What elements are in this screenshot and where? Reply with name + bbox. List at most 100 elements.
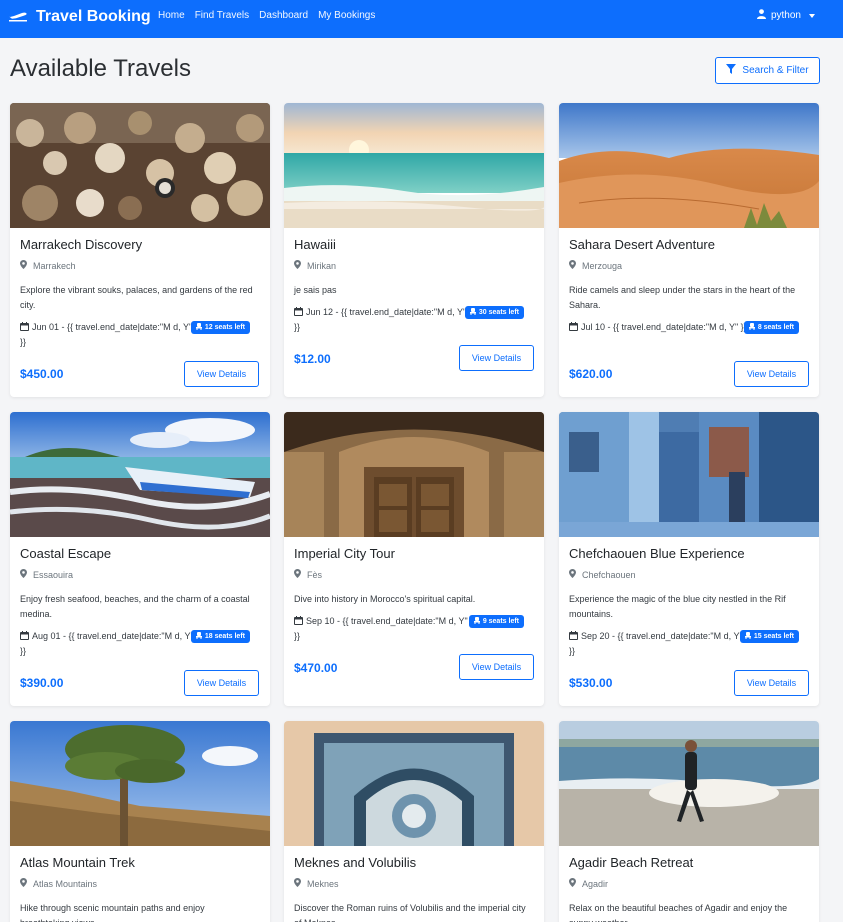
seats-text: 12 seats left — [204, 324, 245, 331]
view-details-button[interactable]: View Details — [459, 654, 534, 680]
date-range: Sep 20 - {{ travel.end_date|date:"M d, Y… — [569, 631, 743, 656]
brand[interactable]: Travel Booking — [8, 8, 151, 26]
map-pin-icon — [569, 569, 576, 580]
date-row: Sep 10 - {{ travel.end_date|date:"M d, Y… — [294, 614, 524, 646]
date-range: Sep 10 - {{ travel.end_date|date:"M d, Y… — [294, 616, 468, 641]
description: Ride camels and sleep under the stars in… — [569, 285, 796, 310]
date-row: Jun 12 - {{ travel.end_date|date:"M d, Y… — [294, 305, 524, 337]
location: Agadir — [569, 878, 809, 889]
map-pin-icon — [294, 260, 301, 271]
view-details-button[interactable]: View Details — [459, 345, 534, 371]
card-body: Meknes and Volubilis Meknes Discover the… — [294, 855, 534, 922]
travel-card: Hawaiii Mirikan je sais pas Jun 12 - {{ … — [284, 103, 544, 397]
date-row: Jun 01 - {{ travel.end_date|date:"M d, Y… — [20, 320, 250, 352]
card-title[interactable]: Imperial City Tour — [294, 546, 534, 562]
map-pin-icon — [20, 260, 27, 271]
travel-image-blue-city[interactable] — [559, 412, 819, 537]
location: Merzouga — [569, 260, 809, 271]
nav-link-dashboard[interactable]: Dashboard — [259, 10, 308, 22]
seat-icon — [744, 632, 751, 641]
card-body: Atlas Mountain Trek Atlas Mountains Hike… — [20, 855, 260, 922]
travel-image-surfer[interactable] — [559, 721, 819, 846]
location-name: Meknes — [307, 878, 339, 889]
user-menu[interactable]: python — [756, 9, 815, 22]
description: Enjoy fresh seafood, beaches, and the ch… — [20, 594, 250, 619]
price: $12.00 — [294, 352, 331, 366]
search-filter-label: Search & Filter — [742, 65, 809, 76]
nav-link-my-bookings[interactable]: My Bookings — [318, 10, 375, 22]
location: Chefchaouen — [569, 569, 809, 580]
card-body: Marrakech Discovery Marrakech Explore th… — [20, 237, 260, 313]
card-body: Imperial City Tour Fès Dive into history… — [294, 546, 534, 607]
description: Explore the vibrant souks, palaces, and … — [20, 285, 253, 310]
calendar-icon — [569, 630, 578, 640]
card-title[interactable]: Atlas Mountain Trek — [20, 855, 260, 871]
location-name: Merzouga — [582, 260, 623, 271]
travel-card: Atlas Mountain Trek Atlas Mountains Hike… — [10, 721, 270, 922]
page-title: Available Travels — [10, 55, 191, 82]
card-body: Chefchaouen Blue Experience Chefchaouen … — [569, 546, 809, 622]
seats-badge: 12 seats left — [190, 321, 250, 334]
seats-text: 30 seats left — [478, 309, 519, 316]
travel-image-boat[interactable] — [10, 412, 270, 537]
chevron-down-icon — [809, 13, 815, 18]
card-title[interactable]: Marrakech Discovery — [20, 237, 260, 253]
card-title[interactable]: Hawaiii — [294, 237, 534, 253]
date-range: Jun 12 - {{ travel.end_date|date:"M d, Y… — [294, 307, 467, 332]
map-pin-icon — [294, 878, 301, 889]
price: $620.00 — [569, 367, 613, 381]
travel-image-desert[interactable] — [559, 103, 819, 228]
location-name: Marrakech — [33, 260, 76, 271]
search-filter-button[interactable]: Search & Filter — [715, 57, 820, 84]
seat-icon — [195, 632, 202, 641]
seat-icon — [473, 617, 480, 626]
view-details-button[interactable]: View Details — [734, 361, 809, 387]
card-title[interactable]: Meknes and Volubilis — [294, 855, 534, 871]
travel-card: Chefchaouen Blue Experience Chefchaouen … — [559, 412, 819, 706]
travel-image-mosaic-arch[interactable] — [284, 721, 544, 846]
travel-card: Marrakech Discovery Marrakech Explore th… — [10, 103, 270, 397]
map-pin-icon — [294, 569, 301, 580]
card-title[interactable]: Chefchaouen Blue Experience — [569, 546, 809, 562]
nav-link-find-travels[interactable]: Find Travels — [195, 10, 249, 22]
date-range: Jun 01 - {{ travel.end_date|date:"M d, Y… — [20, 322, 193, 347]
description: Experience the magic of the blue city ne… — [569, 594, 786, 619]
view-details-button[interactable]: View Details — [734, 670, 809, 696]
travel-card: Meknes and Volubilis Meknes Discover the… — [284, 721, 544, 922]
calendar-icon — [569, 321, 578, 331]
card-title[interactable]: Sahara Desert Adventure — [569, 237, 809, 253]
card-title[interactable]: Agadir Beach Retreat — [569, 855, 809, 871]
seats-text: 8 seats left — [757, 324, 794, 331]
travel-image-mountain-tree[interactable] — [10, 721, 270, 846]
travel-image-market[interactable] — [10, 103, 270, 228]
map-pin-icon — [20, 569, 27, 580]
location: Mirikan — [294, 260, 534, 271]
location: Atlas Mountains — [20, 878, 260, 889]
location: Meknes — [294, 878, 534, 889]
seat-icon — [748, 323, 755, 332]
view-details-button[interactable]: View Details — [184, 361, 259, 387]
card-body: Agadir Beach Retreat Agadir Relax on the… — [569, 855, 809, 922]
card-title[interactable]: Coastal Escape — [20, 546, 260, 562]
card-body: Hawaiii Mirikan je sais pas — [294, 237, 534, 298]
seats-badge: 8 seats left — [743, 321, 799, 334]
seats-badge: 9 seats left — [468, 615, 524, 628]
date-range: Aug 01 - {{ travel.end_date|date:"M d, Y… — [20, 631, 194, 656]
travel-card: Sahara Desert Adventure Merzouga Ride ca… — [559, 103, 819, 397]
date-range: Jul 10 - {{ travel.end_date|date:"M d, Y… — [581, 322, 747, 332]
card-body: Sahara Desert Adventure Merzouga Ride ca… — [569, 237, 809, 313]
navbar: Travel Booking Home Find Travels Dashboa… — [0, 0, 843, 38]
travel-image-palace-door[interactable] — [284, 412, 544, 537]
seats-badge: 15 seats left — [739, 630, 799, 643]
location-name: Chefchaouen — [582, 569, 636, 580]
nav-link-home[interactable]: Home — [158, 10, 185, 22]
date-row: Jul 10 - {{ travel.end_date|date:"M d, Y… — [569, 320, 799, 352]
plane-icon — [8, 11, 28, 23]
price: $530.00 — [569, 676, 613, 690]
location: Marrakech — [20, 260, 260, 271]
location-name: Mirikan — [307, 260, 337, 271]
seats-text: 9 seats left — [482, 618, 519, 625]
seats-badge: 30 seats left — [464, 306, 524, 319]
view-details-button[interactable]: View Details — [184, 670, 259, 696]
travel-image-beach-sunset[interactable] — [284, 103, 544, 228]
